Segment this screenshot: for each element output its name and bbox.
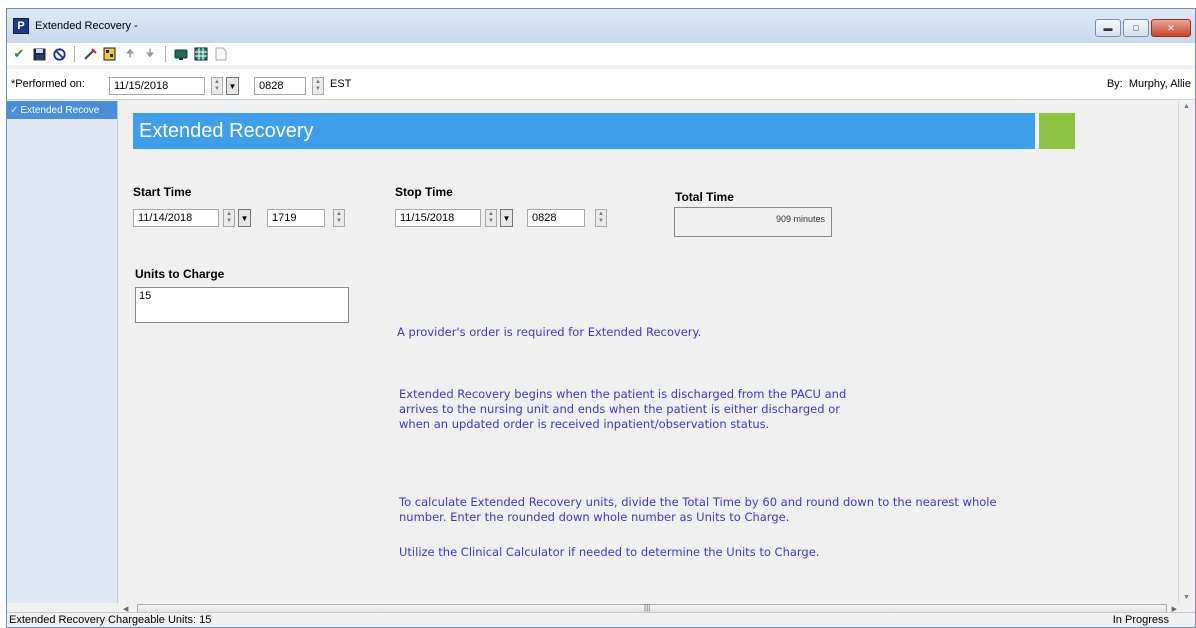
save-icon[interactable] [31,46,47,62]
performed-date-field[interactable]: 11/15/2018 [109,77,205,95]
total-time-label: Total Time [675,190,734,204]
definition-line-3: when an updated order is received inpati… [399,417,770,431]
title-bar: P Extended Recovery - ▬ □ ✕ [7,9,1195,44]
toolbar: ✔ 🠉 🠋 [7,43,1195,65]
performed-date-dropdown[interactable]: ▼ [226,77,239,95]
down-arrow-icon[interactable]: 🠋 [142,46,158,62]
start-date-dropdown[interactable]: ▼ [238,209,251,227]
form-browser-icon[interactable] [102,46,118,62]
calculation-line-2: number. Enter the rounded down whole num… [399,510,790,524]
close-icon[interactable]: ✕ [1151,19,1191,37]
window-controls: ▬ □ ✕ [1095,19,1191,37]
calculation-note: To calculate Extended Recovery units, di… [399,495,997,525]
status-bar: Extended Recovery Chargeable Units: 15 I… [7,612,1195,627]
performed-on-label: *Performed on: [11,78,85,90]
nav-item-extended-recovery[interactable]: ✓ Extended Recove [7,101,117,119]
grid-icon[interactable] [193,46,209,62]
performed-date-spinner[interactable]: ▲ ▼ [211,77,223,95]
by-label: By: [1106,78,1123,90]
app-window: P Extended Recovery - ▬ □ ✕ ✔ 🠉 🠋 *Perfo… [6,8,1196,628]
up-arrow-icon[interactable]: 🠉 [122,46,138,62]
stop-date-spinner[interactable]: ▲ ▼ [485,209,497,227]
start-time-field[interactable]: 1719 [267,209,325,227]
form-area: Extended Recovery Start Time 11/14/2018 … [119,101,1181,601]
toolbar-separator [165,46,166,62]
stop-time-spinner[interactable]: ▲ ▼ [595,209,607,227]
monitor-icon[interactable] [173,46,189,62]
timezone-label: EST [330,78,352,90]
vertical-scrollbar[interactable]: ▲ ▼ [1178,101,1195,603]
total-time-value: 909 minutes [674,207,832,237]
section-nav: ✓ Extended Recove [7,101,118,603]
stop-date-dropdown[interactable]: ▼ [500,209,513,227]
chargeable-units-status: Extended Recovery Chargeable Units: 15 [9,614,212,626]
start-time-label: Start Time [133,185,192,199]
definition-line-1: Extended Recovery begins when the patien… [399,387,847,401]
by-name: Murphy, Allie [1128,78,1191,90]
stop-time-field[interactable]: 0828 [527,209,585,227]
stop-time-label: Stop Time [395,185,453,199]
checkmark-icon[interactable]: ✔ [11,46,27,62]
performed-time-spinner[interactable]: ▲ ▼ [312,77,324,95]
cancel-icon[interactable] [51,46,67,62]
status-indicator [1039,113,1075,149]
start-time-spinner[interactable]: ▲ ▼ [333,209,345,227]
scroll-grip-icon: ||| [644,603,651,612]
units-to-charge-input[interactable]: 15 [135,287,349,323]
maximize-icon[interactable]: □ [1123,19,1149,37]
definition-line-2: arrives to the nursing unit and ends whe… [399,402,840,416]
performed-on-row: *Performed on: 11/15/2018 ▲ ▼ ▼ 0828 ▲ ▼ E… [7,69,1195,100]
form-banner: Extended Recovery [133,113,1035,149]
toolbar-separator [74,46,75,62]
minimize-icon[interactable]: ▬ [1095,19,1121,37]
calculator-note: Utilize the Clinical Calculator if neede… [399,545,820,559]
provider-order-note: A provider's order is required for Exten… [397,325,702,339]
clear-icon[interactable] [82,46,98,62]
scroll-down-icon[interactable]: ▼ [1183,594,1190,601]
start-date-field[interactable]: 11/14/2018 [133,209,219,227]
stop-date-field[interactable]: 11/15/2018 [395,209,481,227]
nav-item-label: Extended Recove [20,104,100,116]
performed-time-field[interactable]: 0828 [254,77,306,95]
window-title: Extended Recovery - [35,20,138,32]
document-icon[interactable] [213,46,229,62]
start-date-spinner[interactable]: ▲ ▼ [223,209,235,227]
units-to-charge-label: Units to Charge [135,267,225,281]
calculation-line-1: To calculate Extended Recovery units, di… [399,495,997,509]
performed-by: By: Murphy, Allie [1107,78,1191,90]
progress-status: In Progress [1112,614,1169,626]
definition-note: Extended Recovery begins when the patien… [399,387,846,432]
app-icon: P [13,18,29,34]
scroll-up-icon[interactable]: ▲ [1183,103,1190,110]
check-icon: ✓ [10,104,19,116]
